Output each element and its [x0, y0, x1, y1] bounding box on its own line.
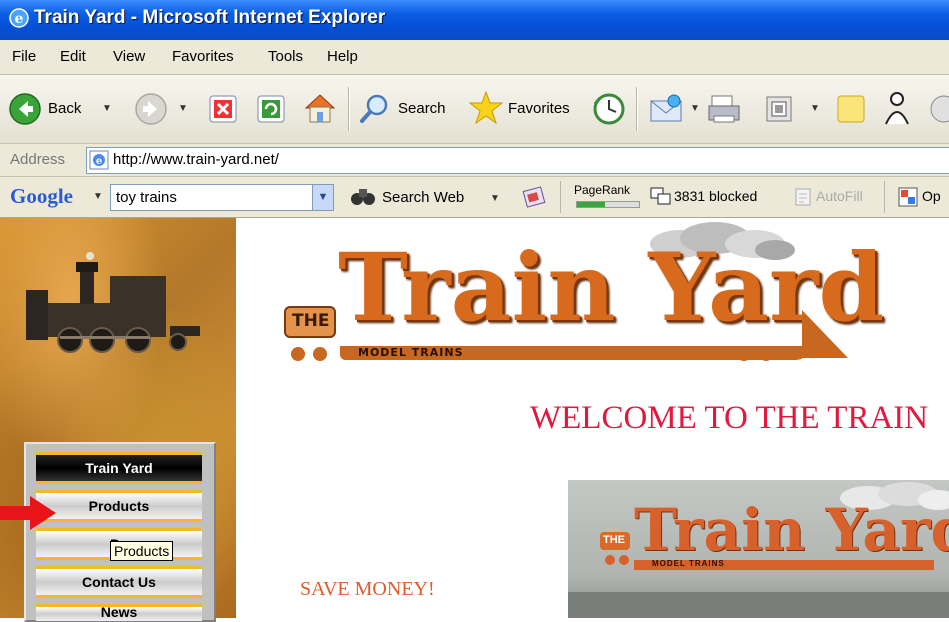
store-sign-the-badge: THE [600, 532, 630, 550]
store-sign-wheels-image [605, 555, 629, 565]
store-sign-the-text: THE [603, 534, 625, 546]
logo-subtitle: MODEL TRAINS [358, 346, 464, 359]
menu-favorites[interactable]: Favorites [172, 48, 234, 65]
options-label: Op [922, 188, 941, 204]
standard-toolbar: Back ▼ ▼ Search Favorites ▼ ▼ [0, 75, 949, 144]
autofill-label: AutoFill [816, 188, 863, 204]
back-arrow-icon [9, 93, 41, 125]
products-tooltip: Products [110, 541, 174, 561]
nav-train-yard[interactable]: Train Yard [36, 452, 202, 484]
back-dropdown-icon[interactable]: ▼ [102, 103, 112, 114]
print-icon[interactable] [706, 92, 744, 126]
popup-blocker-icon [650, 187, 671, 205]
pagerank-bar-fill [577, 202, 605, 207]
menu-view[interactable]: View [113, 48, 145, 65]
popup-blocker-button[interactable]: 3831 blocked [650, 185, 780, 209]
autofill-button[interactable]: AutoFill [794, 185, 874, 209]
logo-cowcatcher-image [802, 310, 848, 358]
menu-edit[interactable]: Edit [60, 48, 86, 65]
favorites-button[interactable]: Favorites [468, 90, 584, 126]
blocked-count: 3831 blocked [674, 188, 758, 204]
page-ie-icon: e [89, 150, 109, 170]
google-menu-dropdown-icon[interactable]: ▼ [93, 191, 103, 202]
favorites-star-icon [468, 90, 504, 125]
mail-icon[interactable] [648, 92, 688, 126]
address-url: http://www.train-yard.net/ [113, 151, 279, 168]
pagerank-label: PageRank [574, 183, 631, 197]
menu-tools[interactable]: Tools [268, 48, 303, 65]
pagerank-indicator: PageRank [574, 183, 646, 211]
search-icon [360, 94, 388, 123]
svg-text:e: e [96, 156, 102, 167]
steam-locomotive-image [26, 252, 200, 353]
autofill-icon [795, 188, 811, 206]
store-photo: THE Train Yard MODEL TRAINS [568, 480, 949, 618]
forward-dropdown-icon[interactable]: ▼ [178, 103, 188, 114]
logo-wheels-left-image [291, 347, 327, 361]
discuss-note-icon[interactable] [834, 92, 868, 126]
google-toolbar: Google ▼ toy trains ▼ Search Web ▼ PageR… [0, 177, 949, 218]
forward-arrow-icon[interactable] [134, 92, 168, 126]
options-button[interactable]: Op [898, 185, 949, 209]
toolbar-separator [636, 87, 638, 131]
google-search-input[interactable]: toy trains ▼ [110, 184, 334, 211]
google-bar-separator [560, 181, 561, 213]
nav-contact-us[interactable]: Contact Us [36, 566, 202, 598]
menu-bar: File Edit View Favorites Tools Help [0, 40, 949, 75]
search-label: Search [398, 100, 446, 117]
binoculars-icon [351, 189, 375, 205]
search-button[interactable]: Search [358, 92, 458, 126]
save-money-text: SAVE MONEY! [300, 578, 435, 600]
menu-file[interactable]: File [12, 48, 36, 65]
ie-logo-icon: e [9, 8, 29, 28]
svg-text:e: e [15, 11, 24, 27]
back-label: Back [48, 100, 82, 117]
store-photo-awning [568, 592, 949, 618]
title-bar: e Train Yard - Microsoft Internet Explor… [0, 0, 949, 40]
stop-icon[interactable] [208, 94, 238, 124]
google-bar-separator [884, 181, 885, 213]
window-title: Train Yard - Microsoft Internet Explorer [34, 7, 386, 28]
pagerank-bar [576, 201, 640, 208]
messenger-icon[interactable] [880, 90, 914, 128]
google-search-query: toy trains [116, 189, 177, 206]
search-web-button[interactable]: Search Web ▼ [350, 185, 500, 211]
edit-dropdown-icon[interactable]: ▼ [810, 103, 820, 114]
address-label: Address [10, 151, 66, 168]
mail-dropdown-icon[interactable]: ▼ [690, 103, 700, 114]
address-input[interactable]: e http://www.train-yard.net/ [86, 147, 949, 174]
logo-wheels-right-image [737, 347, 773, 361]
options-icon [898, 187, 918, 207]
nav-products[interactable]: Products [36, 490, 202, 522]
google-search-dropdown-icon[interactable]: ▼ [312, 185, 333, 210]
back-button[interactable]: Back ▼ [8, 92, 128, 126]
logo-the-text: THE [292, 311, 330, 331]
toolbar-separator [348, 87, 350, 131]
search-web-label: Search Web [382, 189, 465, 206]
research-icon[interactable] [926, 92, 949, 126]
search-web-dropdown-icon[interactable]: ▼ [490, 193, 500, 204]
edit-icon[interactable] [764, 94, 794, 124]
history-icon[interactable] [592, 92, 626, 126]
google-logo[interactable]: Google [10, 184, 73, 209]
favorites-label: Favorites [508, 100, 570, 117]
store-sign-subtitle: MODEL TRAINS [652, 559, 725, 568]
store-sign-title: Train Yard [634, 496, 949, 564]
nav-news[interactable]: News [36, 604, 202, 621]
news-icon[interactable] [522, 185, 546, 209]
welcome-heading: WELCOME TO THE TRAIN [530, 400, 929, 436]
menu-help[interactable]: Help [327, 48, 358, 65]
home-icon[interactable] [302, 91, 338, 125]
red-pointer-arrow-icon [0, 496, 56, 530]
refresh-icon[interactable] [256, 94, 286, 124]
